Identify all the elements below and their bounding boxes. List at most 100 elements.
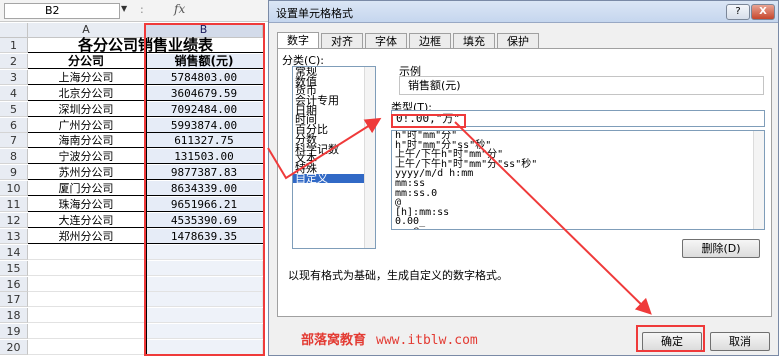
table-row: 4 北京分公司 3604679.59 bbox=[0, 85, 263, 101]
row-header[interactable]: 4 bbox=[0, 85, 28, 101]
row-header[interactable]: 8 bbox=[0, 149, 28, 165]
cell-sales[interactable]: 611327.75 bbox=[145, 133, 263, 149]
tab-protection[interactable]: 保护 bbox=[497, 33, 539, 49]
cell-sales[interactable] bbox=[145, 308, 263, 324]
format-item[interactable]: 0.00_ bbox=[392, 217, 764, 227]
cell-sales[interactable] bbox=[145, 276, 263, 292]
cell-sales[interactable]: 1478639.35 bbox=[145, 228, 263, 244]
tab-alignment[interactable]: 对齐 bbox=[321, 33, 363, 49]
cell-branch[interactable]: 海南分公司 bbox=[28, 133, 145, 149]
cell-sales[interactable] bbox=[145, 292, 263, 308]
cell-branch[interactable]: 郑州分公司 bbox=[28, 228, 145, 244]
tab-border[interactable]: 边框 bbox=[409, 33, 451, 49]
cell-sales[interactable]: 8634339.00 bbox=[145, 181, 263, 197]
table-row: 1各分公司销售业绩表 bbox=[0, 38, 263, 53]
cell-sales[interactable] bbox=[145, 324, 263, 340]
row-header[interactable]: 9 bbox=[0, 165, 28, 181]
cell-branch[interactable] bbox=[28, 340, 145, 356]
cancel-button[interactable]: 取消 bbox=[710, 332, 770, 351]
cell-sales[interactable] bbox=[145, 340, 263, 356]
cell-branch[interactable]: 珠海分公司 bbox=[28, 197, 145, 212]
row-header[interactable]: 12 bbox=[0, 212, 28, 228]
close-button[interactable]: X bbox=[751, 4, 775, 20]
row-header[interactable]: 20 bbox=[0, 340, 28, 356]
cell-sales[interactable]: 4535390.69 bbox=[145, 212, 263, 228]
table-row: 17 bbox=[0, 292, 263, 308]
table-row: 15 bbox=[0, 260, 263, 276]
watermark: 部落窝教育 www.itblw.com bbox=[301, 329, 478, 348]
cell-branch[interactable] bbox=[28, 308, 145, 324]
number-tab-panel: 分类(C): 常规 数值 货币 会计专用 日期 时间 百分比 分数 科学记数 文本 特殊 自定义 示例… bbox=[277, 48, 772, 317]
cell-branch[interactable]: 厦门分公司 bbox=[28, 181, 145, 197]
row-header[interactable]: 18 bbox=[0, 308, 28, 324]
cell-sales[interactable]: 3604679.59 bbox=[145, 85, 263, 101]
row-header[interactable]: 1 bbox=[0, 38, 28, 53]
row-header[interactable]: 6 bbox=[0, 117, 28, 133]
row-header[interactable]: 16 bbox=[0, 276, 28, 292]
cell-branch[interactable]: 深圳分公司 bbox=[28, 101, 145, 117]
cell-branch[interactable] bbox=[28, 292, 145, 308]
cell-sales[interactable]: 5784803.00 bbox=[145, 69, 263, 85]
table-row: 16 bbox=[0, 276, 263, 292]
name-box[interactable]: B2 bbox=[4, 3, 120, 19]
cell-sales[interactable]: 7092484.00 bbox=[145, 101, 263, 117]
format-item[interactable]: [h]:mm:ss bbox=[392, 207, 764, 218]
row-header[interactable]: 10 bbox=[0, 181, 28, 197]
row-header[interactable]: 7 bbox=[0, 133, 28, 149]
cell-branch[interactable]: 北京分公司 bbox=[28, 85, 145, 101]
format-description: 以现有格式为基础，生成自定义的数字格式。 bbox=[288, 269, 508, 282]
help-button[interactable]: ? bbox=[726, 4, 750, 20]
cell-branch[interactable]: 大连分公司 bbox=[28, 212, 145, 228]
row-header[interactable]: 15 bbox=[0, 260, 28, 276]
row-header[interactable]: 19 bbox=[0, 324, 28, 340]
cell-branch[interactable]: 分公司 bbox=[28, 53, 145, 69]
row-header[interactable]: 5 bbox=[0, 101, 28, 117]
chevron-down-icon[interactable]: ▼ bbox=[121, 4, 127, 13]
format-item[interactable]: mm:ss bbox=[392, 179, 764, 189]
format-item[interactable]: ;;;@ bbox=[392, 227, 764, 229]
cell-sales[interactable] bbox=[145, 260, 263, 276]
tab-font[interactable]: 字体 bbox=[365, 33, 407, 49]
cell-branch[interactable] bbox=[28, 276, 145, 292]
table-row: 9 苏州分公司 9877387.83 bbox=[0, 165, 263, 181]
cell-branch[interactable]: 上海分公司 bbox=[28, 69, 145, 85]
watermark-url: www.itblw.com bbox=[376, 333, 478, 348]
row-header[interactable]: 3 bbox=[0, 69, 28, 85]
format-item[interactable]: yyyy/m/d h:mm bbox=[392, 169, 764, 179]
table-row: 11 珠海分公司 9651966.21 bbox=[0, 197, 263, 212]
cell-sales[interactable]: 9651966.21 bbox=[145, 197, 263, 212]
fx-icon[interactable]: fx bbox=[174, 2, 185, 16]
category-item[interactable]: 自定义 bbox=[293, 173, 375, 183]
cell-sales[interactable]: 131503.00 bbox=[145, 149, 263, 165]
delete-button[interactable]: 删除(D) bbox=[682, 239, 760, 258]
cell-branch[interactable]: 广州分公司 bbox=[28, 117, 145, 133]
row-header[interactable]: 14 bbox=[0, 244, 28, 260]
type-highlight-box bbox=[391, 114, 466, 128]
select-all-corner[interactable] bbox=[0, 23, 28, 38]
table-row: 12 大连分公司 4535390.69 bbox=[0, 212, 263, 228]
cell-branch[interactable] bbox=[28, 324, 145, 340]
row-header[interactable]: 11 bbox=[0, 197, 28, 212]
cell-sales[interactable]: 5993874.00 bbox=[145, 117, 263, 133]
cell-branch[interactable]: 宁波分公司 bbox=[28, 149, 145, 165]
table-row: 19 bbox=[0, 324, 263, 340]
row-header[interactable]: 13 bbox=[0, 228, 28, 244]
table-row: 18 bbox=[0, 308, 263, 324]
cell-branch[interactable]: 苏州分公司 bbox=[28, 165, 145, 181]
cell-sales[interactable]: 销售额(元) bbox=[145, 53, 263, 69]
cell-sales[interactable] bbox=[145, 244, 263, 260]
category-list[interactable]: 常规 数值 货币 会计专用 日期 时间 百分比 分数 科学记数 文本 特殊 自定义 bbox=[292, 66, 376, 249]
tab-number[interactable]: 数字 bbox=[277, 32, 319, 49]
format-item[interactable]: mm:ss.0 bbox=[392, 188, 764, 199]
cell-branch[interactable] bbox=[28, 260, 145, 276]
cell-sales[interactable]: 9877387.83 bbox=[145, 165, 263, 181]
category-scrollbar[interactable] bbox=[364, 67, 375, 248]
cell-branch[interactable] bbox=[28, 244, 145, 260]
row-header[interactable]: 2 bbox=[0, 53, 28, 69]
table-row: 13 郑州分公司 1478639.35 bbox=[0, 228, 263, 244]
tab-fill[interactable]: 填充 bbox=[453, 33, 495, 49]
dialog-title: 设置单元格格式 bbox=[276, 7, 353, 20]
format-scrollbar[interactable] bbox=[753, 131, 764, 229]
row-header[interactable]: 17 bbox=[0, 292, 28, 308]
format-list[interactable]: h"时"mm"分" h"时"mm"分"ss"秒" 上午/下午h"时"mm"分" 上午/… bbox=[391, 130, 765, 230]
